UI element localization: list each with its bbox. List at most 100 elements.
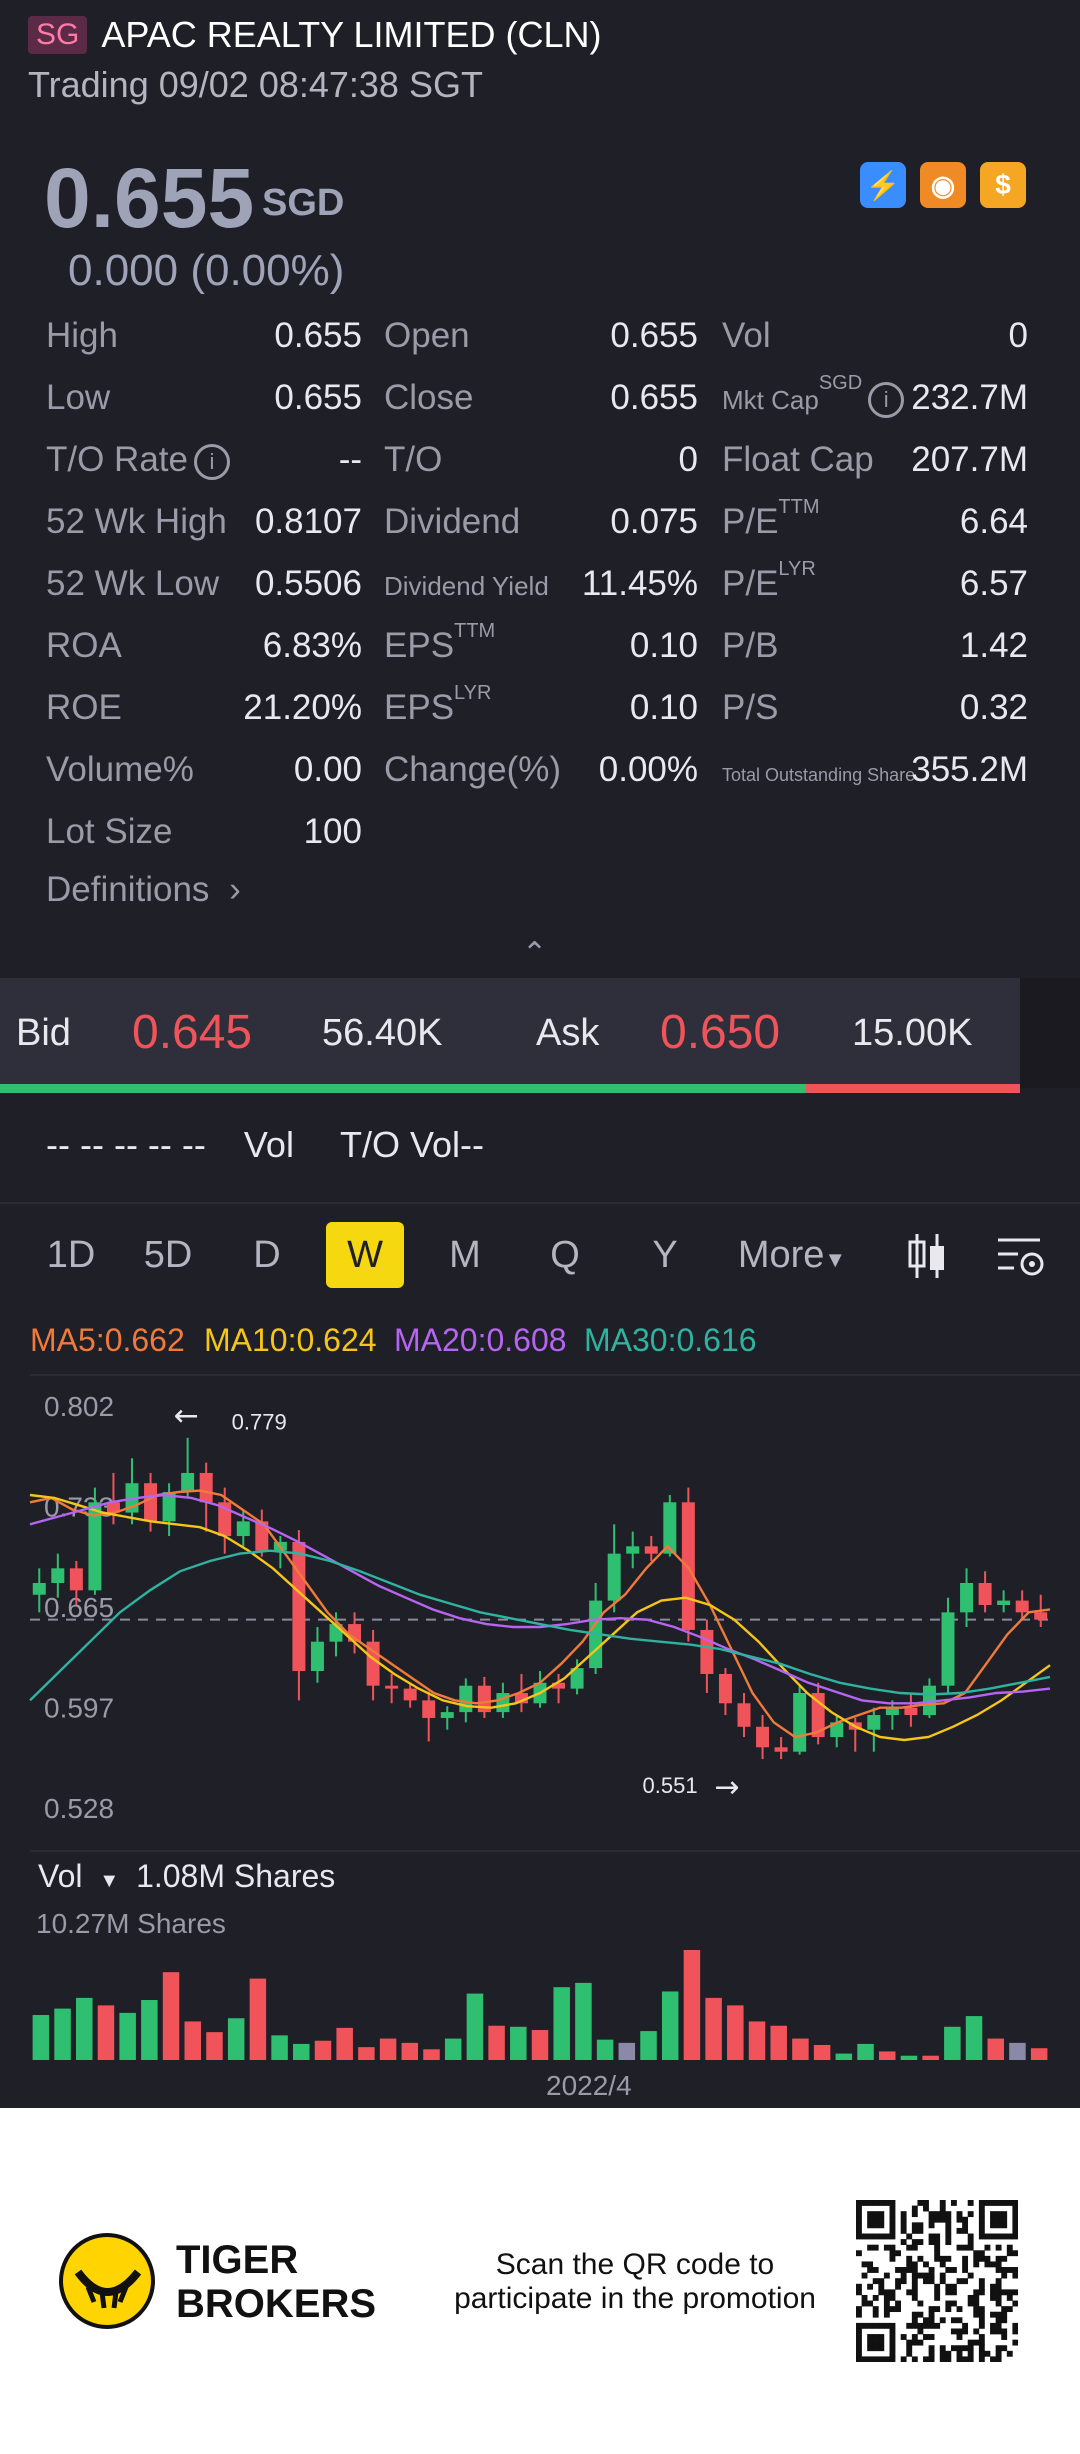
stat-label: P/ETTM	[722, 496, 820, 542]
stat-label: ROA	[46, 626, 122, 666]
qr-code-icon[interactable]	[856, 2200, 1018, 2362]
stat-label: EPSTTM	[384, 620, 495, 666]
volume-summary: -- -- -- -- -- Vol T/O Vol--	[46, 1124, 484, 1166]
stat-value: --	[338, 440, 362, 479]
stat-value: 0.8107	[254, 502, 362, 541]
stat-label: High	[46, 316, 118, 356]
last-price: 0.655	[44, 151, 255, 245]
stat-label: P/B	[722, 626, 778, 666]
volume-bar	[184, 2021, 202, 2060]
stat-value: 0.32	[959, 688, 1028, 727]
orange-badge-icon[interactable]: ◉	[920, 162, 966, 208]
stat-total-outstanding-share: Total Outstanding Share 355.2M	[722, 750, 1028, 796]
tab-y[interactable]: Y	[644, 1222, 686, 1288]
stat-eps-lyr: EPSLYR 0.10	[384, 682, 698, 734]
stat-label-text: Total Outstanding Share	[722, 765, 916, 785]
stat-close: Close 0.655	[384, 378, 698, 424]
candle-body	[663, 1502, 677, 1554]
stat-value: 0	[678, 440, 698, 479]
stat-label-text: P/E	[722, 502, 779, 541]
tab-m[interactable]: M	[444, 1222, 486, 1288]
volume-chart[interactable]	[0, 1900, 1080, 2062]
stat-value: 0.00%	[598, 750, 698, 789]
min-arrow-icon: →	[715, 1770, 740, 1805]
lightning-icon[interactable]: ⚡	[860, 162, 906, 208]
divider	[30, 1850, 1080, 1852]
candle-body	[69, 1568, 83, 1591]
candle-body	[978, 1582, 992, 1605]
tab-w[interactable]: W	[326, 1222, 404, 1288]
volume-bar	[965, 2016, 983, 2060]
market-badge: SG	[28, 16, 88, 54]
definitions-link[interactable]: Definitions ›	[46, 870, 241, 910]
volume-bar	[727, 2005, 744, 2060]
stat-label-sup: SGD	[818, 372, 863, 394]
stat-high: High 0.655	[46, 316, 362, 362]
tab-1d[interactable]: 1D	[40, 1222, 102, 1288]
candle-body	[793, 1693, 807, 1752]
stat-label-text: Lot Size	[46, 812, 173, 851]
stat-label-text: T/O	[384, 440, 443, 479]
stat-label-text: EPS	[384, 688, 455, 727]
candle-body	[867, 1715, 881, 1730]
bid-ask-panel: Bid 0.645 56.40K Ask 0.650 15.00K	[0, 978, 1020, 1088]
stat-label: Mkt CapSGDi	[722, 372, 905, 418]
volume-bar	[249, 1978, 267, 2060]
volume-bar	[661, 1991, 679, 2060]
stat-label-text: P/S	[722, 688, 779, 727]
candle-body	[737, 1703, 751, 1727]
bid-price: 0.645	[132, 1006, 253, 1059]
volume-bar	[271, 2035, 288, 2060]
stat-label-sup: LYR	[454, 682, 492, 704]
tab-more[interactable]: More▼	[732, 1222, 852, 1288]
volume-bar	[922, 2055, 939, 2060]
info-icon[interactable]: i	[193, 443, 230, 480]
stat-label: Close	[384, 378, 473, 418]
stat-label: EPSLYR	[384, 682, 491, 728]
volume-bar	[1030, 2048, 1048, 2060]
volume-bar	[162, 1972, 180, 2060]
stat-label: Volume%	[46, 750, 194, 790]
stat-label-text: 52 Wk High	[46, 502, 227, 541]
price-change: 0.000 (0.00%)	[68, 246, 345, 295]
candle-body	[403, 1688, 417, 1701]
candle-body	[32, 1582, 46, 1595]
volume-header-value: 1.08M Shares	[136, 1858, 336, 1894]
volume-bar	[119, 2012, 136, 2060]
stat-value: 355.2M	[911, 750, 1028, 789]
volume-bar	[444, 2038, 462, 2060]
stock-title: APAC REALTY LIMITED (CLN)	[101, 14, 602, 55]
stat-lot-size: Lot Size 100	[46, 812, 362, 858]
candle-body	[292, 1541, 306, 1672]
stat-dividend-yield: Dividend Yield 11.45%	[384, 564, 698, 610]
collapse-chevron-icon[interactable]: ⌃	[522, 936, 547, 971]
volume-bar	[379, 2038, 397, 2060]
stat-52-wk-high: 52 Wk High 0.8107	[46, 502, 362, 548]
stat-label-sup: TTM	[778, 496, 820, 518]
dollar-icon[interactable]: $	[980, 162, 1026, 208]
price-chart[interactable]: 0.8020.7330.6650.5970.528← 0.7790.551 →	[0, 1376, 1080, 1846]
volume-bar	[423, 2049, 440, 2060]
volume-header[interactable]: Vol ▼ 1.08M Shares	[38, 1858, 335, 1895]
stat-label: Low	[46, 378, 110, 418]
candle-body	[626, 1546, 640, 1554]
info-icon[interactable]: i	[868, 381, 905, 418]
stat-label-text: ROA	[46, 626, 122, 665]
candle-body	[51, 1568, 65, 1583]
tab-d[interactable]: D	[246, 1222, 288, 1288]
stat-label-sup: TTM	[454, 620, 496, 642]
candle-body	[422, 1700, 436, 1718]
indicator-settings-icon[interactable]	[996, 1234, 1046, 1287]
more-label: More	[737, 1234, 825, 1276]
volume-bar	[705, 1997, 722, 2060]
candle-type-icon[interactable]	[906, 1230, 948, 1287]
tab-5d[interactable]: 5D	[130, 1222, 206, 1288]
candle-body	[774, 1747, 788, 1752]
volume-bar	[293, 2043, 310, 2060]
caret-down-icon: ▼	[99, 1870, 120, 1892]
stat-t-o-rate: T/O Rate i --	[46, 440, 362, 486]
promo-footer: TIGER BROKERS Scan the QR code to partic…	[0, 2108, 1080, 2454]
to-vol-label: T/O Vol--	[339, 1124, 484, 1165]
tab-q[interactable]: Q	[544, 1222, 586, 1288]
volume-bar	[32, 2015, 50, 2060]
